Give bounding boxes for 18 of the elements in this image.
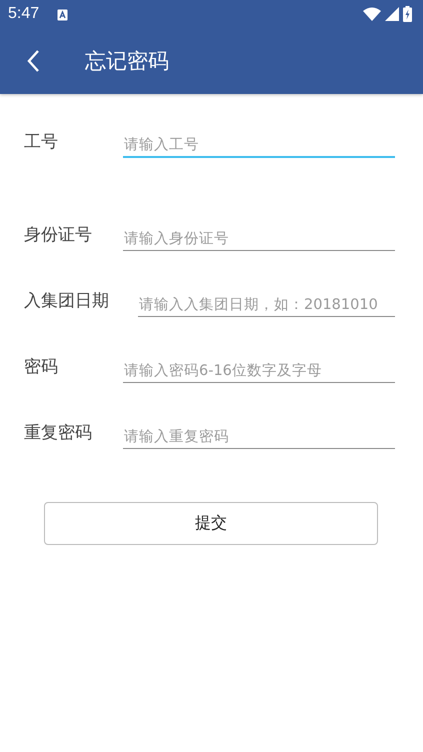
input-field[interactable]: 请输入重复密码 — [123, 429, 395, 449]
input-field[interactable]: 请输入身份证号 — [123, 231, 395, 251]
back-button[interactable] — [25, 48, 41, 74]
field-label: 重复密码 — [24, 422, 93, 445]
status-time: 5:47 — [8, 5, 40, 23]
keyboard-notification-icon — [57, 8, 68, 20]
signal-icon — [385, 7, 399, 21]
field-label: 工号 — [24, 131, 59, 154]
field-label: 入集团日期 — [24, 290, 109, 313]
screen-title: 忘记密码 — [85, 48, 169, 75]
input-field[interactable]: 请输入入集团日期，如：20181010 — [138, 297, 395, 317]
battery-icon — [403, 6, 412, 22]
wifi-icon — [363, 7, 381, 21]
field-label: 密码 — [24, 356, 59, 379]
input-field[interactable]: 请输入密码6-16位数字及字母 — [123, 363, 395, 383]
input-field[interactable]: 请输入工号 — [123, 137, 395, 158]
field-label: 身份证号 — [24, 224, 93, 247]
submit-button[interactable]: 提交 — [44, 502, 378, 545]
